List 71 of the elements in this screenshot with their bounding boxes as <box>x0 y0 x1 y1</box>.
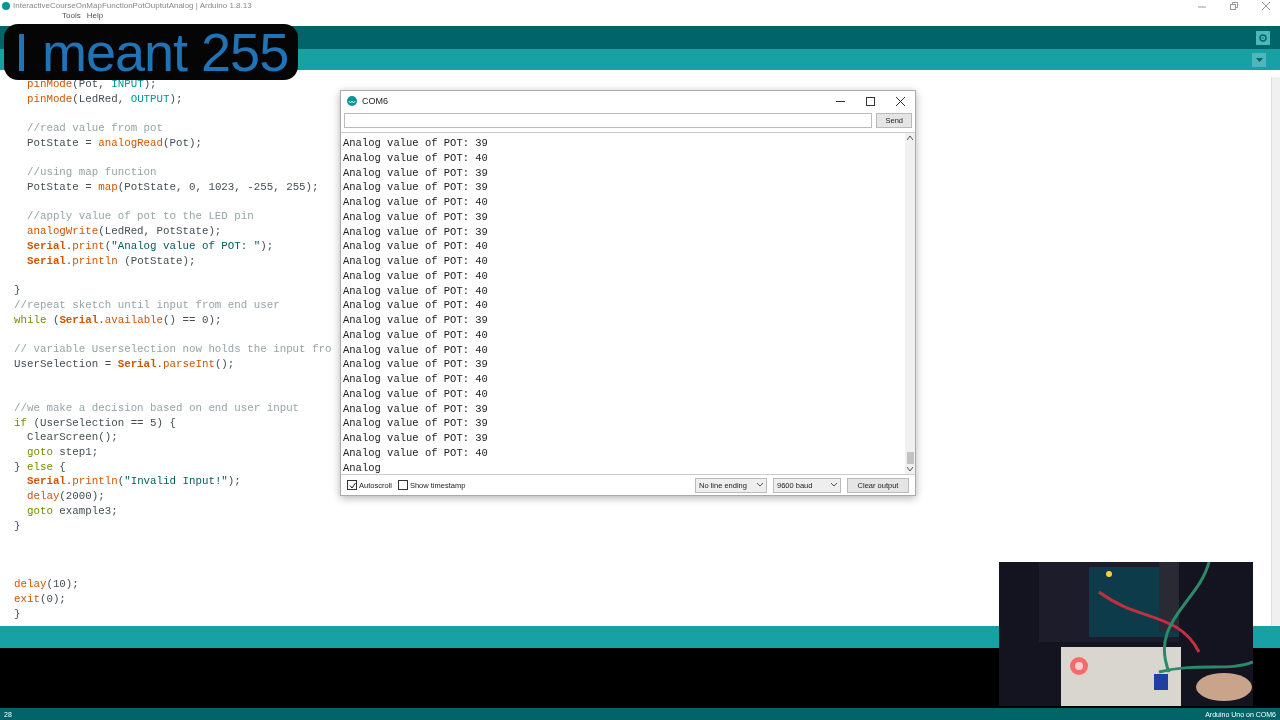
output-line: Analog value of POT: 40 <box>342 239 489 254</box>
output-line: Analog value of POT: 39 <box>342 313 489 328</box>
output-line: Analog value of POT: 39 <box>342 416 489 431</box>
code-line: pinMode(LedRed, OUTPUT); <box>25 92 183 105</box>
output-line: Analog value of POT: 40 <box>342 268 489 284</box>
code-line: UserSelection = Serial.parseInt(); <box>14 357 235 370</box>
minimize-icon <box>835 100 845 102</box>
code-line: Serial.println("Invalid Input!"); <box>25 475 241 488</box>
output-line: Analog value of POT: 39 <box>342 401 489 417</box>
chevron-icon <box>757 483 763 487</box>
tab-menu-button[interactable] <box>1252 52 1266 67</box>
code-line: Serial.print("Analog value of POT: "); <box>25 239 274 252</box>
code-line: //apply value of pot to the LED pin <box>25 210 254 223</box>
output-line: Analog value of POT: 39 <box>342 357 489 372</box>
close-icon <box>895 96 905 106</box>
code-line: //using map function <box>25 166 157 179</box>
code-line: //we make a decision based on end user input <box>14 401 300 414</box>
serial-monitor-button[interactable] <box>1256 30 1270 45</box>
output-line: Analog value of POT: 39 <box>342 209 489 225</box>
video-caption: I meant 255 <box>4 24 299 80</box>
code-line: goto example3; <box>25 504 118 517</box>
output-line: Analog value of POT: 40 <box>342 195 489 210</box>
output-line: Analog value of POT: 40 <box>342 342 489 358</box>
close-icon[interactable] <box>1262 1 1270 10</box>
chevron-icon <box>831 483 837 487</box>
magnifier-icon <box>1258 32 1268 43</box>
output-line: Analog value of POT: 39 <box>342 165 489 181</box>
output-line: Analog <box>342 460 382 474</box>
code-line: if (UserSelection == 5) { <box>14 416 176 429</box>
code-line: goto step1; <box>25 445 99 458</box>
code-line: } <box>14 284 21 297</box>
code-line: //read value from pot <box>25 122 164 135</box>
output-line: Analog value of POT: 40 <box>342 298 489 313</box>
output-line: Analog value of POT: 40 <box>342 254 489 269</box>
output-line: Analog value of POT: 40 <box>342 386 489 402</box>
app-icon <box>2 1 10 10</box>
code-line: } else { <box>14 460 66 473</box>
code-line: while (Serial.available() == 0); <box>14 313 222 326</box>
restore-icon[interactable] <box>1230 1 1238 10</box>
output-line: Analog value of POT: 39 <box>342 224 489 240</box>
input-field[interactable] <box>344 113 873 128</box>
scroll-thumb[interactable] <box>906 452 914 464</box>
code-line: // variable Userselection now holds the input fro <box>14 342 332 355</box>
code-line: PotState = map(PotState, 0, 1023, -255, 255); <box>25 181 319 194</box>
caret-icon <box>1255 57 1263 62</box>
checkbox[interactable] <box>347 480 357 490</box>
output-line: Analog value of POT: 40 <box>342 283 489 299</box>
output-line: Analog value of POT: 40 <box>342 445 489 461</box>
checkbox[interactable] <box>397 480 408 490</box>
menu-item[interactable]: Tools <box>62 11 81 20</box>
menu-item[interactable]: Help <box>86 11 104 20</box>
maximize-icon <box>865 96 875 106</box>
code-line: PotState = analogRead(Pot); <box>25 136 202 149</box>
code-line: delay(10); <box>14 578 79 591</box>
code-line: ClearScreen(); <box>25 431 118 444</box>
output-line: Analog value of POT: 40 <box>342 150 489 166</box>
app-icon <box>347 96 357 106</box>
code-line: delay(2000); <box>25 490 105 503</box>
window-title: COM6 <box>362 96 388 106</box>
code-line: } <box>14 607 21 620</box>
output-line: Analog value of POT: 39 <box>342 431 489 446</box>
window-title: InteractiveCourseOnMapFunctionPotOuptutAnalog | Arduino 1.8.13 <box>13 1 252 10</box>
output-line: Analog value of POT: 40 <box>342 327 489 343</box>
output-line: Analog value of POT: 39 <box>342 180 489 195</box>
code-line: Serial.println (PotState); <box>25 254 196 267</box>
code-line: exit(0); <box>14 593 66 606</box>
code-line: } <box>14 519 21 532</box>
code-line: //repeat sketch until input from end user <box>14 298 280 311</box>
output-line: Analog value of POT: 40 <box>342 372 489 387</box>
code-line: analogWrite(LedRed, PotState); <box>25 225 222 238</box>
output-line: Analog value of POT: 39 <box>342 136 489 151</box>
